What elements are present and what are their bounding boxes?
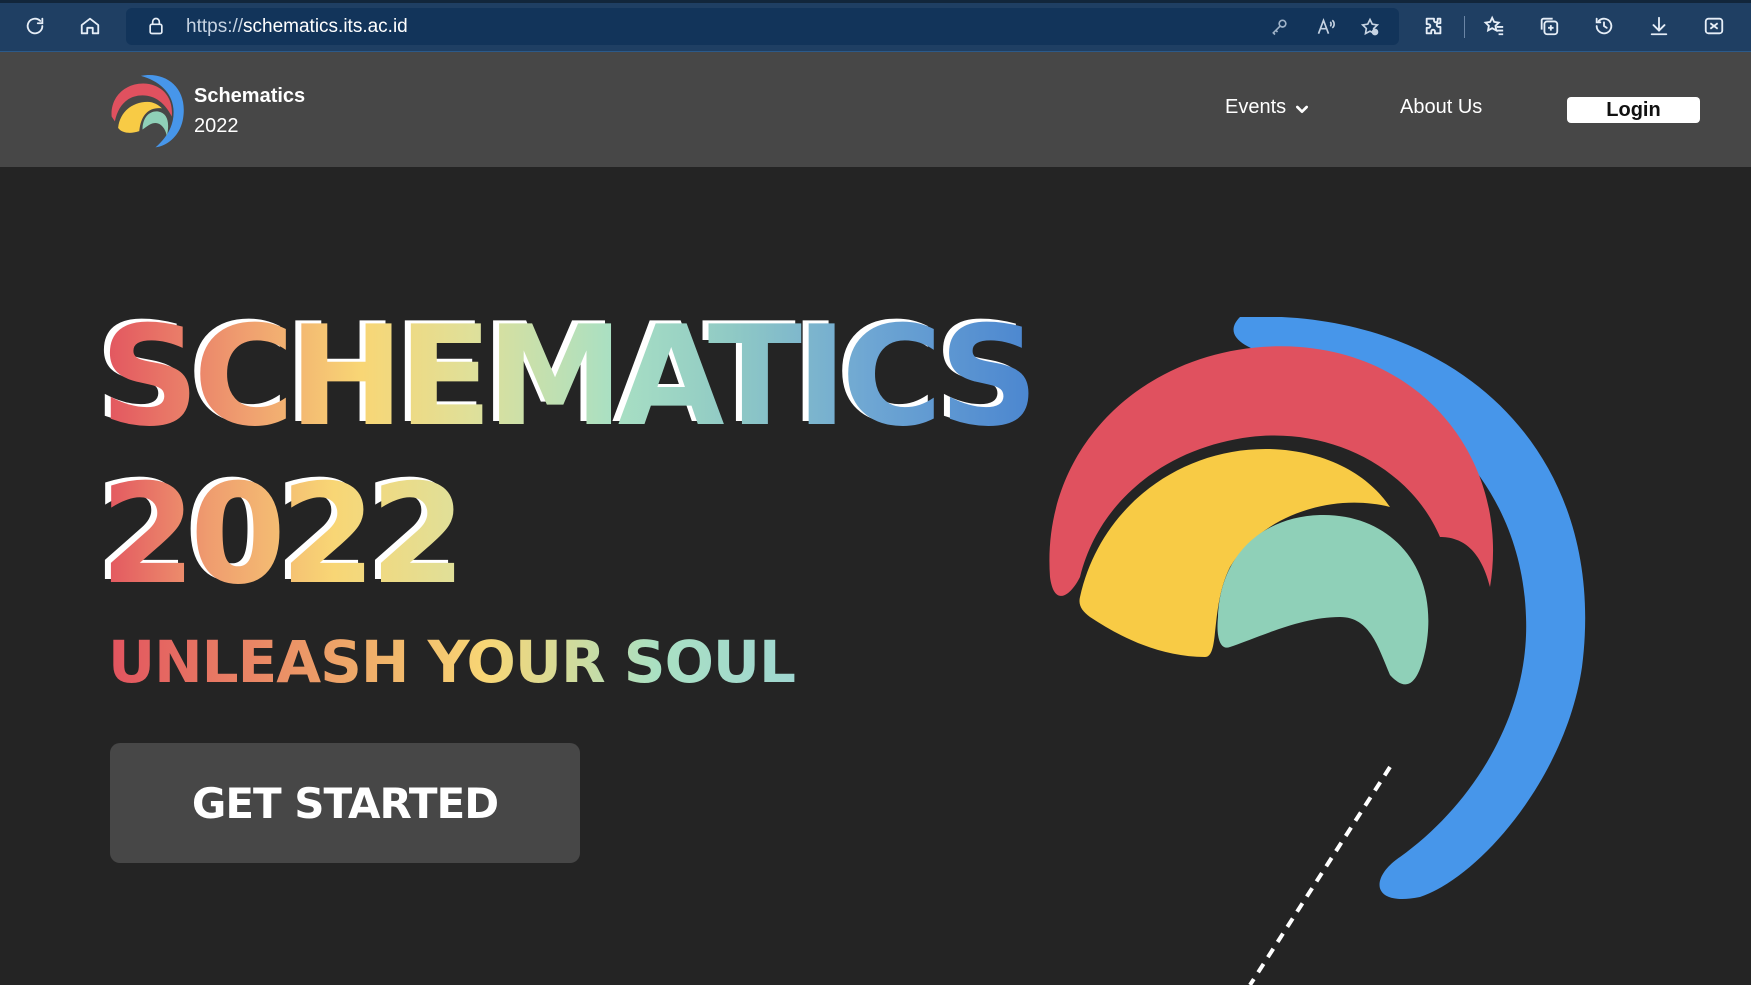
download-icon[interactable] bbox=[1643, 10, 1675, 42]
lock-icon[interactable] bbox=[146, 16, 166, 36]
nav-events-dropdown[interactable]: Events bbox=[1225, 96, 1310, 119]
site-header: Schematics 2022 Events About Us Login bbox=[0, 52, 1751, 167]
brand-year: 2022 bbox=[194, 115, 239, 137]
screenshot-icon[interactable] bbox=[1698, 10, 1730, 42]
extensions-icon[interactable] bbox=[1418, 10, 1450, 42]
hero-logo-illustration bbox=[1049, 317, 1586, 985]
brand-name: Schematics bbox=[194, 85, 306, 107]
favorites-icon[interactable] bbox=[1478, 10, 1510, 42]
nav-events-label: Events bbox=[1225, 96, 1287, 118]
hero-year: 2022 bbox=[100, 454, 466, 615]
hero-section: SCHEMATICS 2022 UNLEASH YOUR SOUL GET ST… bbox=[0, 167, 1751, 985]
home-icon[interactable] bbox=[74, 10, 106, 42]
add-favorite-icon[interactable] bbox=[1358, 15, 1382, 39]
address-bar[interactable]: https://schematics.its.ac.id bbox=[126, 8, 1399, 45]
url-host: schematics.its.ac.id bbox=[243, 16, 408, 37]
login-button[interactable]: Login bbox=[1567, 97, 1700, 123]
hero-tagline: UNLEASH YOUR SOUL bbox=[108, 628, 796, 696]
tab-strip-edge bbox=[0, 0, 1751, 3]
refresh-icon[interactable] bbox=[19, 10, 51, 42]
hero-title: SCHEMATICS bbox=[100, 296, 1039, 457]
schematics-logo-icon[interactable] bbox=[108, 71, 190, 149]
history-icon[interactable] bbox=[1588, 10, 1620, 42]
key-icon[interactable] bbox=[1268, 15, 1292, 39]
url-text[interactable]: https://schematics.its.ac.id bbox=[186, 16, 408, 38]
chevron-down-icon bbox=[1296, 105, 1309, 113]
toolbar-divider bbox=[1464, 16, 1465, 38]
collections-icon[interactable] bbox=[1533, 10, 1565, 42]
read-aloud-icon[interactable] bbox=[1314, 15, 1338, 39]
brand-text[interactable]: Schematics 2022 bbox=[194, 81, 305, 141]
browser-toolbar: https://schematics.its.ac.id bbox=[0, 0, 1751, 52]
get-started-button[interactable]: GET STARTED bbox=[110, 743, 580, 863]
dashed-string bbox=[1248, 765, 1392, 985]
url-protocol: https:// bbox=[186, 16, 244, 37]
nav-about-link[interactable]: About Us bbox=[1400, 96, 1482, 119]
